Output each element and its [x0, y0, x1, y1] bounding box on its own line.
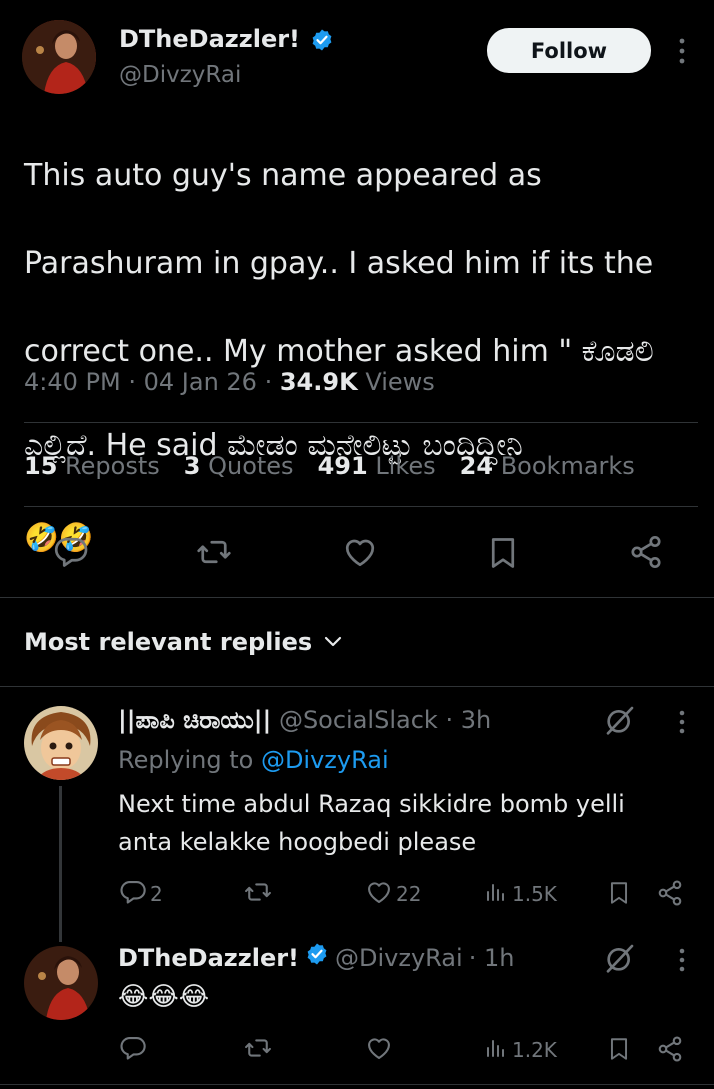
- quotes-label: Quotes: [208, 452, 294, 480]
- reply-header: DTheDazzler! @DivzyRai · 1h: [118, 942, 514, 974]
- grok-icon[interactable]: [604, 704, 636, 736]
- replying-to-handle[interactable]: @DivzyRai: [261, 746, 389, 774]
- reply-text: 😂😂😂: [118, 982, 210, 1012]
- reply-action-reply[interactable]: 2: [118, 878, 163, 910]
- reply-avatar[interactable]: [24, 946, 98, 1020]
- reply-header: ||ಪಾಪಿ ಚಿರಾಯು|| @SocialSlack · 3h: [118, 704, 491, 736]
- bookmark-icon[interactable]: [485, 534, 521, 572]
- tweet-text-line: Parashuram in gpay.. I asked him if its …: [24, 246, 654, 281]
- replying-to-prefix: Replying to: [118, 746, 254, 774]
- reply-count: 2: [150, 882, 163, 906]
- likes-stat[interactable]: 491 Likes: [318, 450, 436, 482]
- divider: [24, 422, 698, 423]
- divider: [0, 686, 714, 687]
- views-count: 1.5K: [512, 882, 557, 906]
- meta-separator: ·: [128, 368, 144, 396]
- stats-row: 15 Reposts 3 Quotes 491 Likes 24 Bookmar…: [24, 450, 635, 482]
- like-icon[interactable]: [341, 534, 379, 570]
- author-name[interactable]: DTheDazzler!: [119, 24, 300, 54]
- views-icon: [484, 878, 508, 910]
- follow-button[interactable]: Follow: [487, 28, 651, 73]
- bookmarks-label: Bookmarks: [500, 452, 635, 480]
- tweet-text: This auto guy's name appeared as Parashu…: [24, 110, 704, 604]
- bookmarks-stat[interactable]: 24 Bookmarks: [460, 450, 635, 482]
- reposts-stat[interactable]: 15 Reposts: [24, 450, 160, 482]
- author-avatar[interactable]: [22, 20, 96, 94]
- repost-icon[interactable]: [194, 534, 234, 570]
- reply-text: Next time abdul Razaq sikkidre bomb yell…: [118, 785, 698, 861]
- reply-author-handle[interactable]: @DivzyRai: [335, 942, 463, 974]
- like-icon: [364, 878, 394, 910]
- reposts-label: Reposts: [65, 452, 160, 480]
- verified-badge-icon: [305, 942, 329, 974]
- divider: [24, 506, 698, 507]
- views-label: Views: [365, 368, 435, 396]
- reply-text-line: Next time abdul Razaq sikkidre bomb yell…: [118, 790, 625, 818]
- views-icon: [484, 1034, 508, 1066]
- reply-author-name[interactable]: ||ಪಾಪಿ ಚಿರಾಯು||: [118, 706, 271, 734]
- share-icon[interactable]: [656, 1034, 684, 1064]
- divider: [0, 1084, 714, 1085]
- more-options-icon[interactable]: [672, 708, 692, 736]
- tweet-time[interactable]: 4:40 PM: [24, 368, 121, 396]
- likes-label: Likes: [375, 452, 436, 480]
- more-options-icon[interactable]: [672, 36, 692, 66]
- reply-avatar[interactable]: [24, 706, 98, 780]
- quotes-count: 3: [183, 452, 201, 480]
- reply-text-line: anta kelakke hoogbedi please: [118, 828, 477, 856]
- reply-icon: [118, 878, 148, 910]
- bookmarks-count: 24: [459, 452, 494, 480]
- replies-sort-dropdown[interactable]: Most relevant replies: [24, 626, 342, 658]
- reply-author-handle[interactable]: @SocialSlack: [279, 706, 438, 734]
- reply-action-views[interactable]: 1.5K: [484, 878, 557, 910]
- reply-author-name[interactable]: DTheDazzler!: [118, 942, 299, 974]
- reply-action-like[interactable]: 22: [364, 878, 421, 910]
- reply-icon[interactable]: [118, 1034, 148, 1062]
- likes-count: 491: [317, 452, 368, 480]
- repost-icon[interactable]: [242, 1034, 274, 1062]
- views-count: 34.9K: [279, 368, 358, 396]
- reply-action-views[interactable]: 1.2K: [484, 1034, 557, 1066]
- views-count: 1.2K: [512, 1038, 557, 1062]
- more-options-icon[interactable]: [672, 946, 692, 974]
- quotes-stat[interactable]: 3 Quotes: [184, 450, 294, 482]
- like-icon[interactable]: [364, 1034, 394, 1062]
- meta-separator: ·: [264, 368, 280, 396]
- replying-to: Replying to @DivzyRai: [118, 744, 389, 776]
- like-count: 22: [396, 882, 422, 906]
- chevron-down-icon: [324, 633, 342, 652]
- reply-time[interactable]: · 3h: [445, 706, 491, 734]
- bookmark-icon[interactable]: [606, 878, 632, 908]
- repost-icon[interactable]: [242, 878, 274, 906]
- author-handle[interactable]: @DivzyRai: [119, 60, 241, 90]
- share-icon[interactable]: [628, 534, 664, 570]
- tweet-date[interactable]: 04 Jan 26: [144, 368, 257, 396]
- reply-icon[interactable]: [52, 534, 90, 570]
- reply-time[interactable]: · 1h: [469, 942, 515, 974]
- tweet-text-line: This auto guy's name appeared as: [24, 158, 542, 193]
- reposts-count: 15: [24, 452, 58, 480]
- divider: [0, 597, 714, 598]
- grok-icon[interactable]: [604, 942, 636, 974]
- thread-line: [59, 786, 62, 942]
- verified-badge-icon: [310, 28, 334, 56]
- replies-header: Most relevant replies: [24, 628, 313, 656]
- tweet-meta: 4:40 PM · 04 Jan 26 · 34.9K Views: [24, 366, 435, 398]
- share-icon[interactable]: [656, 878, 684, 908]
- bookmark-icon[interactable]: [606, 1034, 632, 1064]
